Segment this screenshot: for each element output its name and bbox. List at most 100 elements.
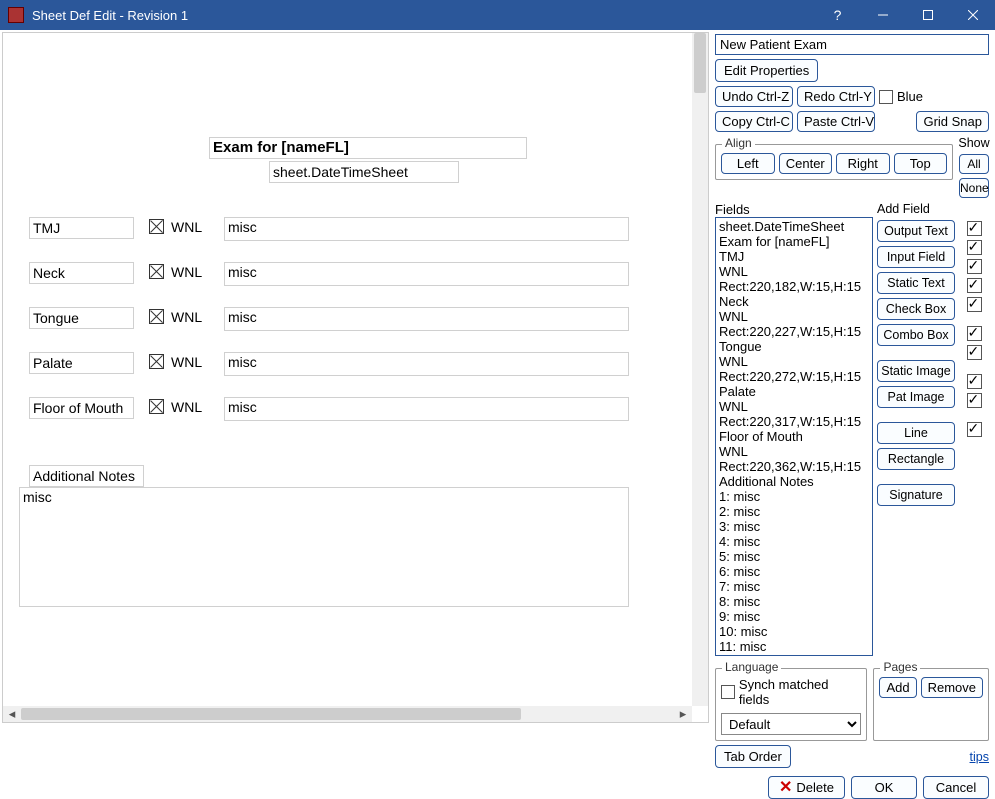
redo-button[interactable]: Redo Ctrl-Y [797,86,875,107]
vertical-scroll-thumb[interactable] [694,33,706,93]
fields-list-item[interactable]: Rect:220,227,W:15,H:15 [719,324,869,339]
add-input-field-button[interactable]: Input Field [877,246,955,268]
delete-button[interactable]: ✕ Delete [768,776,845,799]
add-combo-box-button[interactable]: Combo Box [877,324,955,346]
fields-list-item[interactable]: 3: misc [719,519,869,534]
scroll-left-icon[interactable]: ◂ [5,708,19,720]
show-line-checkbox[interactable] [967,374,982,389]
canvas-row-misc[interactable]: misc [224,307,629,331]
canvas-row-wnl[interactable]: WNL [168,217,208,237]
show-input-field-checkbox[interactable] [967,240,982,255]
show-static-image-checkbox[interactable] [967,326,982,341]
show-all-button[interactable]: All [959,154,989,174]
canvas-row-wnl[interactable]: WNL [168,262,208,282]
show-signature-checkbox[interactable] [967,422,982,437]
canvas-notes-field[interactable]: misc [19,487,629,607]
fields-list-item[interactable]: Exam for [nameFL] [719,234,869,249]
show-rectangle-checkbox[interactable] [967,393,982,408]
canvas-row-label[interactable]: Neck [29,262,134,284]
show-combo-box-checkbox[interactable] [967,297,982,312]
add-rectangle-button[interactable]: Rectangle [877,448,955,470]
canvas-row-checkbox[interactable] [149,399,164,414]
show-output-text-checkbox[interactable] [967,221,982,236]
edit-properties-button[interactable]: Edit Properties [715,59,818,82]
paste-button[interactable]: Paste Ctrl-V [797,111,875,132]
fields-list-item[interactable]: 2: misc [719,504,869,519]
fields-list-item[interactable]: Palate [719,384,869,399]
page-remove-button[interactable]: Remove [921,677,983,698]
canvas-row-checkbox[interactable] [149,354,164,369]
fields-list-item[interactable]: 1: misc [719,489,869,504]
minimize-button[interactable] [860,0,905,30]
canvas-datetime-field[interactable]: sheet.DateTimeSheet [269,161,459,183]
fields-list-item[interactable]: 11: misc [719,639,869,654]
canvas-row-label[interactable]: Floor of Mouth [29,397,134,419]
canvas-row-checkbox[interactable] [149,264,164,279]
synch-checkbox[interactable] [721,685,735,699]
canvas-row-misc[interactable]: misc [224,352,629,376]
fields-list-item[interactable]: Rect:220,317,W:15,H:15 [719,414,869,429]
fields-list-item[interactable]: TMJ [719,249,869,264]
add-pat-image-button[interactable]: Pat Image [877,386,955,408]
fields-list-item[interactable]: WNL [719,309,869,324]
fields-list-item[interactable]: sheet.DateTimeSheet [719,219,869,234]
fields-list-item[interactable]: 4: misc [719,534,869,549]
canvas-row-label[interactable]: Palate [29,352,134,374]
fields-list-item[interactable]: WNL [719,264,869,279]
show-check-box-checkbox[interactable] [967,278,982,293]
blue-checkbox[interactable] [879,90,893,104]
fields-list-item[interactable]: Rect:220,362,W:15,H:15 [719,459,869,474]
canvas-row-wnl[interactable]: WNL [168,397,208,417]
close-button[interactable] [950,0,995,30]
canvas-row-wnl[interactable]: WNL [168,307,208,327]
add-static-text-button[interactable]: Static Text [877,272,955,294]
tab-order-button[interactable]: Tab Order [715,745,791,768]
fields-list-item[interactable]: WNL [719,354,869,369]
fields-list-item[interactable]: 5: misc [719,549,869,564]
add-signature-button[interactable]: Signature [877,484,955,506]
fields-list-item[interactable]: 7: misc [719,579,869,594]
maximize-button[interactable] [905,0,950,30]
add-line-button[interactable]: Line [877,422,955,444]
canvas-row-label[interactable]: TMJ [29,217,134,239]
cancel-button[interactable]: Cancel [923,776,989,799]
horizontal-scrollbar[interactable]: ◂ ▸ [3,706,692,722]
show-static-text-checkbox[interactable] [967,259,982,274]
show-none-button[interactable]: None [959,178,989,198]
synch-checkbox-wrapper[interactable]: Synch matched fields [721,677,861,707]
fields-list-item[interactable]: 10: misc [719,624,869,639]
canvas-row-misc[interactable]: misc [224,217,629,241]
fields-list-item[interactable]: Rect:220,272,W:15,H:15 [719,369,869,384]
vertical-scrollbar[interactable] [692,33,708,706]
align-center-button[interactable]: Center [779,153,833,174]
fields-list-item[interactable]: 8: misc [719,594,869,609]
fields-list-item[interactable]: 9: misc [719,609,869,624]
help-button[interactable]: ? [815,0,860,30]
blue-checkbox-wrapper[interactable]: Blue [879,89,923,104]
copy-button[interactable]: Copy Ctrl-C [715,111,793,132]
fields-list-item[interactable]: Neck [719,294,869,309]
sheet-name-input[interactable]: New Patient Exam [715,34,989,55]
ok-button[interactable]: OK [851,776,917,799]
horizontal-scroll-thumb[interactable] [21,708,521,720]
fields-list[interactable]: sheet.DateTimeSheetExam for [nameFL]TMJW… [715,217,873,656]
page-add-button[interactable]: Add [879,677,916,698]
canvas-row-wnl[interactable]: WNL [168,352,208,372]
fields-list-item[interactable]: Tongue [719,339,869,354]
canvas-row-misc[interactable]: misc [224,262,629,286]
fields-list-item[interactable]: Floor of Mouth [719,429,869,444]
grid-snap-button[interactable]: Grid Snap [916,111,989,132]
show-pat-image-checkbox[interactable] [967,345,982,360]
add-static-image-button[interactable]: Static Image [877,360,955,382]
fields-list-item[interactable]: Additional Notes [719,474,869,489]
add-check-box-button[interactable]: Check Box [877,298,955,320]
canvas-title-field[interactable]: Exam for [nameFL] [209,137,527,159]
tips-link[interactable]: tips [970,750,989,764]
fields-list-item[interactable]: 6: misc [719,564,869,579]
align-top-button[interactable]: Top [894,153,948,174]
canvas-row-checkbox[interactable] [149,309,164,324]
align-left-button[interactable]: Left [721,153,775,174]
canvas-row-misc[interactable]: misc [224,397,629,421]
canvas-row-checkbox[interactable] [149,219,164,234]
align-right-button[interactable]: Right [836,153,890,174]
